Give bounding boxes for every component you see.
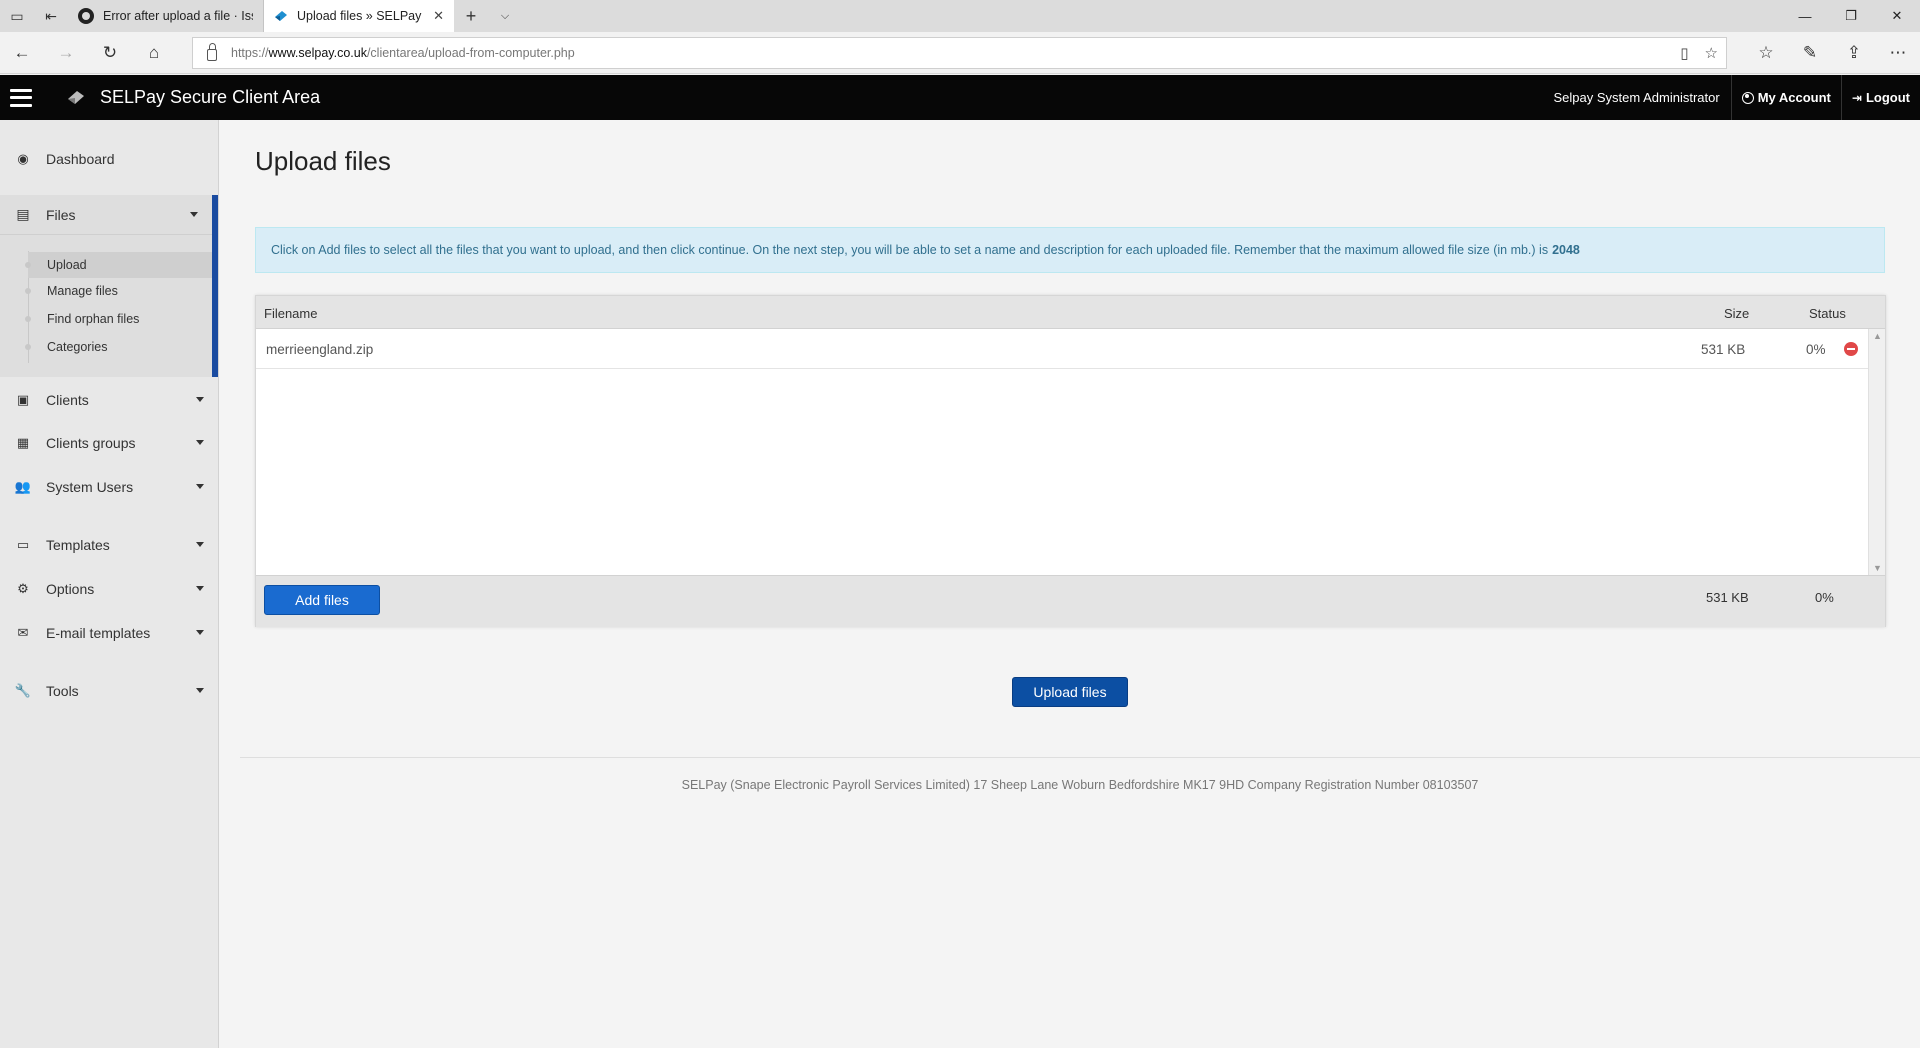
more-icon[interactable]: ⋯ — [1876, 32, 1920, 74]
home-icon[interactable]: ⌂ — [132, 32, 176, 74]
caret-down-icon — [196, 484, 204, 489]
caret-down-icon — [196, 440, 204, 445]
app-title: SELPay Secure Client Area — [100, 87, 321, 107]
desktop-icon: ▭ — [16, 537, 30, 552]
caret-down-icon — [196, 542, 204, 547]
selpay-icon — [275, 11, 287, 21]
new-tab-button[interactable]: + — [454, 0, 488, 32]
sidebar-group-files: ▤ Files Upload Manage files Find orphan … — [0, 195, 218, 377]
github-icon — [78, 8, 94, 24]
sidebar-subitem-manage-files[interactable]: Manage files — [25, 278, 212, 304]
user-circle-icon — [1741, 91, 1754, 104]
address-bar[interactable]: https://www.selpay.co.uk/clientarea/uplo… — [192, 37, 1727, 69]
caret-down-icon — [196, 688, 204, 693]
file-status: 0% — [1806, 342, 1826, 357]
reading-view-icon[interactable]: ▯ — [1680, 44, 1688, 62]
refresh-icon[interactable]: ↻ — [88, 32, 132, 74]
browser-tab-github[interactable]: Error after upload a file · Issu — [68, 0, 264, 32]
max-file-size: 2048 — [1552, 243, 1580, 257]
menu-toggle-icon[interactable] — [10, 88, 32, 107]
file-icon: ▤ — [16, 206, 30, 222]
column-header-status: Status — [1809, 306, 1846, 321]
sidebar-item-templates[interactable]: ▭ Templates — [0, 525, 218, 565]
sidebar-item-clients-groups[interactable]: ▦ Clients groups — [0, 423, 218, 463]
file-row: merrieengland.zip 531 KB 0% — [256, 329, 1868, 369]
current-user-name: Selpay System Administrator — [1553, 90, 1720, 105]
active-group-accent — [212, 195, 218, 377]
tabs-aside-icon[interactable]: ⇤ — [34, 0, 68, 32]
gear-icon: ⚙ — [17, 581, 29, 596]
add-files-button[interactable]: Add files — [264, 585, 380, 615]
remove-file-icon[interactable] — [1844, 342, 1858, 356]
scroll-down-icon[interactable]: ▼ — [1873, 563, 1882, 573]
caret-down-icon — [196, 630, 204, 635]
sidebar-item-files[interactable]: ▤ Files — [0, 195, 212, 235]
lock-icon — [207, 42, 217, 61]
sidebar-subitem-upload[interactable]: Upload — [25, 252, 212, 278]
file-size: 531 KB — [1701, 342, 1746, 357]
caret-down-icon — [196, 586, 204, 591]
sidebar: ◉ Dashboard ▤ Files Upload Manage files … — [0, 120, 219, 1048]
tab-list-icon[interactable]: ⌵ — [488, 0, 522, 32]
share-icon[interactable]: ⇪ — [1832, 32, 1876, 74]
footer-divider — [240, 757, 1920, 758]
sidebar-subitem-find-orphan-files[interactable]: Find orphan files — [25, 306, 212, 332]
sidebar-item-email-templates[interactable]: ✉ E-mail templates — [0, 613, 218, 653]
web-note-icon[interactable]: ✎ — [1788, 32, 1832, 74]
uploader-footer: Add files 531 KB 0% — [256, 575, 1885, 627]
close-window-icon[interactable]: ✕ — [1874, 0, 1920, 32]
tab-actions-icon[interactable]: ▭ — [0, 0, 34, 32]
column-header-size: Size — [1724, 306, 1750, 321]
dashboard-gauge-icon: ◉ — [17, 151, 29, 166]
favorite-star-icon[interactable]: ☆ — [1705, 44, 1718, 62]
minimize-icon[interactable]: — — [1782, 0, 1828, 32]
close-tab-icon[interactable]: ✕ — [433, 8, 444, 24]
tab-label: Error after upload a file · Issu — [103, 9, 253, 23]
footer-text: SELPay (Snape Electronic Payroll Service… — [681, 778, 1479, 792]
sign-out-icon: ⇥ — [1851, 90, 1862, 105]
sidebar-item-system-users[interactable]: 👥 System Users — [0, 467, 218, 507]
sidebar-item-options[interactable]: ⚙ Options — [0, 569, 218, 609]
caret-down-icon — [190, 212, 198, 217]
file-name: merrieengland.zip — [266, 342, 374, 357]
upload-files-button[interactable]: Upload files — [1012, 677, 1128, 707]
file-uploader: Filename Size Status merrieengland.zip 5… — [255, 295, 1886, 627]
restore-icon[interactable]: ❐ — [1828, 0, 1874, 32]
sidebar-item-clients[interactable]: ▣ Clients — [0, 380, 218, 420]
caret-down-icon — [196, 397, 204, 402]
app-header: SELPay Secure Client Area Selpay System … — [0, 75, 1920, 120]
sidebar-item-dashboard[interactable]: ◉ Dashboard — [0, 139, 218, 179]
favorites-hub-icon[interactable]: ☆ — [1744, 32, 1788, 74]
scroll-up-icon[interactable]: ▲ — [1873, 331, 1882, 341]
browser-nav-bar: ← → ↻ ⌂ https://www.selpay.co.uk/clienta… — [0, 32, 1920, 74]
logout-link[interactable]: ⇥ Logout — [1840, 75, 1920, 120]
url-text: https://www.selpay.co.uk/clientarea/uplo… — [231, 46, 575, 60]
total-size: 531 KB — [1706, 590, 1749, 605]
address-card-icon: ▣ — [16, 392, 30, 407]
upload-info-alert: Click on Add files to select all the fil… — [255, 227, 1885, 273]
info-text: Click on Add files to select all the fil… — [271, 243, 1549, 257]
column-header-filename: Filename — [264, 306, 318, 321]
sidebar-item-tools[interactable]: 🔧 Tools — [0, 671, 218, 711]
my-account-link[interactable]: My Account — [1730, 75, 1841, 120]
users-icon: 👥 — [14, 479, 32, 494]
uploader-header: Filename Size Status — [256, 296, 1885, 329]
envelope-icon: ✉ — [17, 625, 29, 640]
grid-icon: ▦ — [16, 435, 30, 450]
forward-icon[interactable]: → — [44, 32, 88, 74]
tab-label: Upload files » SELPay Se — [297, 9, 424, 23]
sidebar-subitem-categories[interactable]: Categories — [25, 334, 212, 360]
selpay-logo-icon — [68, 90, 84, 104]
total-status: 0% — [1815, 590, 1834, 605]
back-icon[interactable]: ← — [0, 32, 44, 74]
page-title: Upload files — [255, 146, 391, 176]
window-controls: — ❐ ✕ — [1782, 0, 1920, 32]
wrench-icon: 🔧 — [14, 683, 32, 698]
file-list-scrollbar[interactable]: ▲ ▼ — [1868, 329, 1885, 575]
browser-tab-bar: ▭ ⇤ Error after upload a file · Issu Upl… — [0, 0, 1920, 32]
browser-tab-selpay[interactable]: Upload files » SELPay Se ✕ — [264, 0, 454, 32]
